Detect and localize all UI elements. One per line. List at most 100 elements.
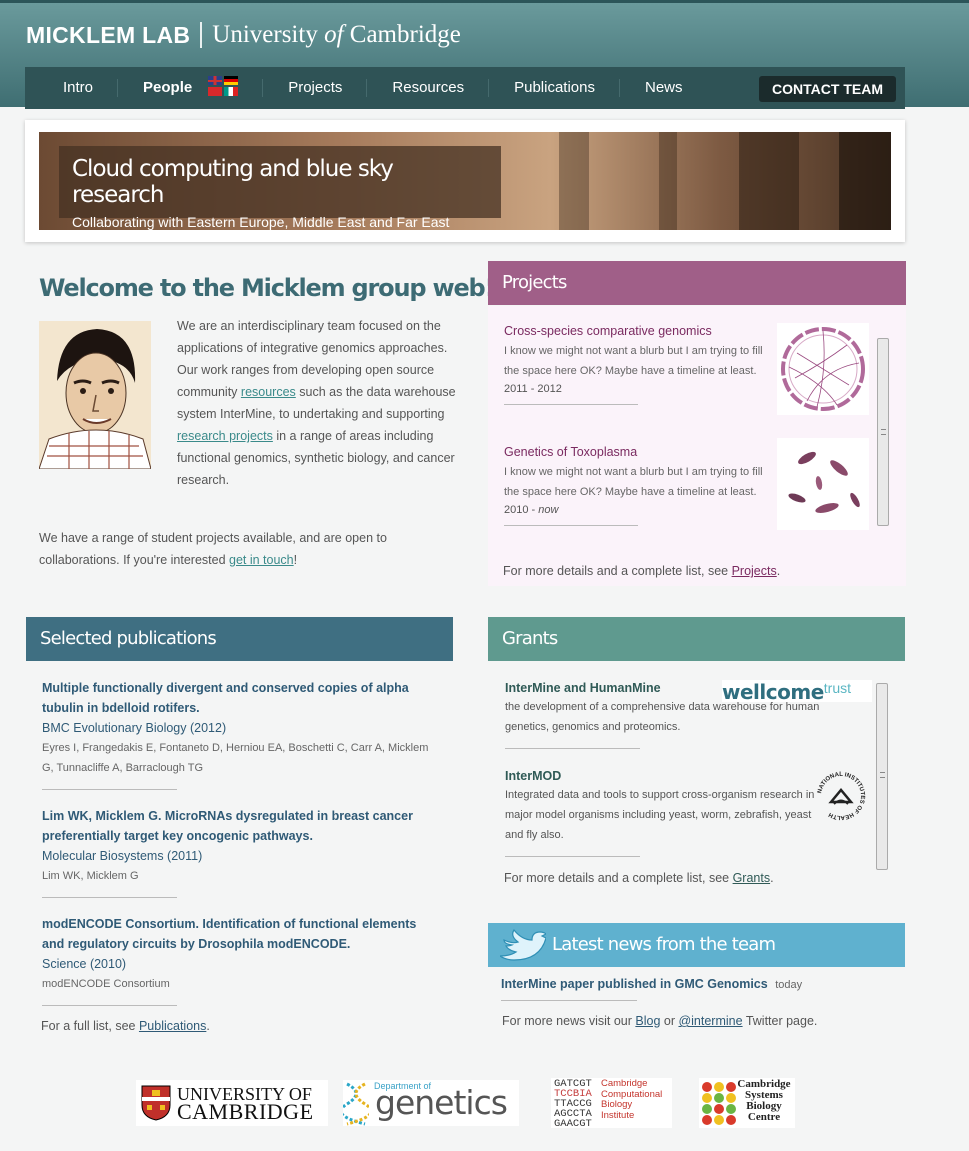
svg-text:NATIONAL INSTITUTES OF HEALTH: NATIONAL INSTITUTES OF HEALTH	[817, 772, 865, 820]
ccbi-code: GAACGT	[554, 1118, 592, 1130]
publication-authors: Lim WK, Micklem G	[42, 870, 139, 882]
csbc-logo[interactable]: Cambridge Systems Biology Centre	[699, 1078, 795, 1128]
publication-authors: modENCODE Consortium	[42, 978, 170, 990]
publication-item[interactable]: Lim WK, Micklem G. MicroRNAs dysregulate…	[42, 806, 442, 898]
china-flag-icon	[208, 87, 223, 97]
projects-scrollbar[interactable]	[877, 338, 889, 526]
news-more-label: For more news visit our	[502, 1014, 636, 1028]
project-item[interactable]: Cross-species comparative genomics I kno…	[504, 324, 764, 405]
dna-helix-icon	[343, 1082, 369, 1126]
ccbi-dna-codes: GATCGT TCCBIA TTACCG AGCCTA GAACGT	[554, 1079, 592, 1130]
scroll-grip[interactable]	[880, 772, 885, 778]
trust-logo-text: trust	[823, 680, 851, 696]
publications-more-label: For a full list, see	[41, 1019, 139, 1033]
publication-item[interactable]: modENCODE Consortium. Identification of …	[42, 914, 442, 1006]
resources-link[interactable]: resources	[241, 385, 296, 399]
nav-publications-label: Publications	[514, 79, 595, 96]
publication-title[interactable]: Multiple functionally divergent and cons…	[42, 678, 442, 718]
projects-more-text: For more details and a complete list, se…	[503, 564, 780, 578]
student-text-b: !	[293, 553, 298, 567]
language-flags-icon[interactable]	[208, 76, 239, 97]
genetics-department-logo[interactable]: Department of genetics	[343, 1080, 519, 1126]
publications-link[interactable]: Publications	[139, 1019, 206, 1033]
project-title[interactable]: Cross-species comparative genomics	[504, 324, 764, 338]
university-name: University of Cambridge	[212, 21, 461, 49]
project-year-start: 2010 -	[504, 504, 539, 516]
projects-link[interactable]: Projects	[732, 564, 777, 578]
scroll-grip[interactable]	[881, 429, 886, 435]
divider	[501, 1000, 637, 1001]
project-years: 2010 - now	[504, 504, 764, 516]
blog-link[interactable]: Blog	[635, 1014, 660, 1028]
grants-more-text: For more details and a complete list, se…	[504, 871, 774, 885]
university-of: of	[324, 21, 344, 48]
student-text-a: We have a range of student projects avai…	[39, 531, 387, 567]
projects-more-label: For more details and a complete list, se…	[503, 564, 732, 578]
divider	[42, 1005, 177, 1006]
nav-news-label: News	[644, 79, 683, 96]
grants-more-label: For more details and a complete list, se…	[504, 871, 733, 885]
project-desc: I know we might not want a blurb but I a…	[504, 466, 763, 498]
project-item[interactable]: Genetics of Toxoplasma I know we might n…	[504, 445, 764, 526]
welcome-intro-paragraph: We are an interdisciplinary team focused…	[177, 315, 457, 491]
project-desc: I know we might not want a blurb but I a…	[504, 345, 763, 377]
banner-subtitle: Collaborating with Eastern Europe, Middl…	[72, 214, 450, 230]
news-more-or: or	[660, 1014, 679, 1028]
projects-more-end: .	[776, 564, 781, 578]
grants-link[interactable]: Grants	[733, 871, 771, 885]
circos-plot-thumbnail[interactable]	[777, 323, 869, 415]
main-nav: Intro People Projects Resources Publicat…	[25, 67, 905, 109]
toxoplasma-thumbnail[interactable]	[777, 438, 869, 530]
twitter-bird-icon	[500, 928, 546, 961]
nav-people-label: People	[143, 79, 193, 96]
nav-projects[interactable]: Projects	[263, 67, 368, 109]
brand-divider	[200, 22, 203, 48]
publication-item[interactable]: Multiple functionally divergent and cons…	[42, 678, 442, 790]
publication-title[interactable]: modENCODE Consortium. Identification of …	[42, 914, 442, 954]
ccbi-logo[interactable]: GATCGT TCCBIA TTACCG AGCCTA GAACGT Cambr…	[551, 1078, 672, 1130]
lab-name: MICKLEM LAB	[26, 21, 191, 48]
grant-title[interactable]: InterMOD	[505, 769, 845, 783]
ccbi-text-line: Institute	[601, 1109, 635, 1121]
nav-resources[interactable]: Resources	[367, 67, 489, 109]
ccbi-text-line: Biology	[601, 1099, 633, 1110]
research-projects-link[interactable]: research projects	[177, 429, 273, 443]
site-brand[interactable]: MICKLEM LAB University of Cambridge	[26, 21, 461, 49]
nav-projects-label: Projects	[288, 79, 343, 96]
italy-flag-icon	[224, 87, 239, 97]
hero-banner[interactable]: Cloud computing and blue sky research Co…	[39, 132, 891, 230]
twitter-handle-link[interactable]: @intermine	[678, 1014, 742, 1028]
germany-flag-icon	[224, 76, 239, 86]
cambridge-logo-line2: CAMBRIDGE	[177, 1099, 314, 1124]
nav-publications[interactable]: Publications	[489, 67, 620, 109]
contact-team-button[interactable]: CONTACT TEAM	[759, 76, 896, 102]
project-title[interactable]: Genetics of Toxoplasma	[504, 445, 764, 459]
csbc-logo-text: Cambridge Systems Biology Centre	[733, 1079, 795, 1123]
banner-caption: Cloud computing and blue sky research Co…	[59, 146, 501, 230]
site-header: MICKLEM LAB University of Cambridge Intr…	[0, 0, 969, 109]
grants-scrollbar[interactable]	[876, 683, 888, 870]
divider	[504, 404, 638, 405]
project-years: 2011 - 2012	[504, 383, 562, 395]
banner-decoration	[739, 132, 799, 230]
divider	[504, 525, 638, 526]
nav-intro-label: Intro	[63, 79, 94, 96]
nav-people[interactable]: People	[118, 67, 264, 109]
uk-flag-icon	[208, 76, 223, 86]
get-in-touch-link[interactable]: get in touch	[229, 553, 294, 567]
nih-logo[interactable]: NATIONAL INSTITUTES OF HEALTH	[814, 769, 868, 823]
projects-panel: Cross-species comparative genomics I kno…	[488, 306, 906, 586]
publication-title[interactable]: Lim WK, Micklem G. MicroRNAs dysregulate…	[42, 806, 442, 846]
nav-intro[interactable]: Intro	[25, 67, 119, 109]
wellcome-trust-logo[interactable]: wellcometrust	[722, 680, 872, 704]
cambridge-crest-icon	[141, 1085, 171, 1121]
cambridge-logo[interactable]: UNIVERSITY OF CAMBRIDGE	[136, 1080, 328, 1126]
news-item[interactable]: InterMine paper published in GMC Genomic…	[501, 977, 802, 991]
news-item-title[interactable]: InterMine paper published in GMC Genomic…	[501, 977, 768, 991]
welcome-title: Welcome to the Micklem group web!	[39, 274, 495, 302]
grants-more-end: .	[770, 871, 774, 885]
grant-item[interactable]: InterMOD Integrated data and tools to su…	[505, 769, 845, 857]
nav-news[interactable]: News	[620, 67, 708, 109]
news-more-end: Twitter page.	[742, 1014, 818, 1028]
divider	[505, 748, 640, 749]
